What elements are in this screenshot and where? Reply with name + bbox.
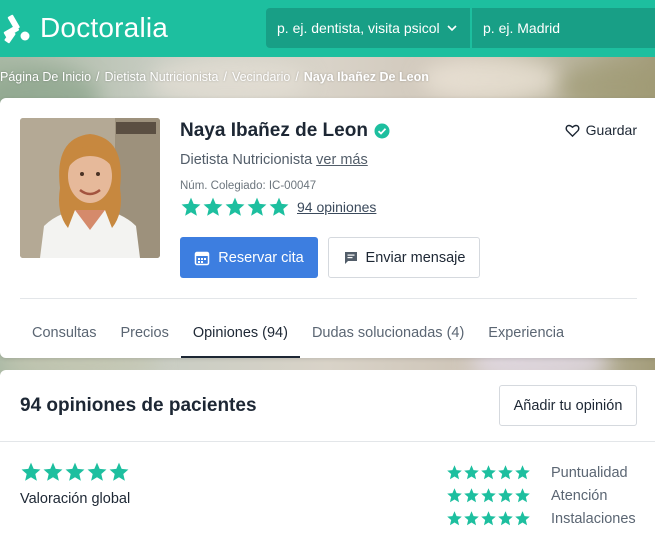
verified-check-icon bbox=[374, 123, 390, 139]
doctor-specialty: Dietista Nutricionista ver más bbox=[180, 152, 368, 168]
reviews-section: 94 opiniones de pacientes Añadir tu opin… bbox=[0, 370, 655, 546]
add-review-button[interactable]: Añadir tu opinión bbox=[499, 385, 637, 426]
reviews-divider bbox=[0, 441, 655, 442]
book-appointment-label: Reservar cita bbox=[218, 249, 304, 266]
reviews-title: 94 opiniones de pacientes bbox=[20, 395, 257, 416]
sub-rating-puntualidad: Puntualidad bbox=[446, 461, 636, 484]
more-link[interactable]: ver más bbox=[316, 152, 368, 168]
star-icon bbox=[21, 462, 41, 481]
doctoralia-logo-icon bbox=[3, 14, 30, 44]
message-icon bbox=[344, 251, 357, 264]
doctor-photo bbox=[20, 118, 160, 258]
location-search-input[interactable]: p. ej. Madrid bbox=[472, 8, 655, 48]
chevron-down-icon bbox=[447, 25, 457, 32]
star-icon bbox=[498, 465, 513, 480]
star-icon bbox=[515, 465, 530, 480]
sub-rating-stars bbox=[446, 487, 531, 504]
star-icon bbox=[481, 488, 496, 503]
sub-rating-stars bbox=[446, 464, 531, 481]
sub-rating-atencion: Atención bbox=[446, 484, 636, 507]
global-rating-stars bbox=[20, 461, 130, 483]
specialty-text: Dietista Nutricionista bbox=[180, 152, 313, 168]
send-message-label: Enviar mensaje bbox=[365, 249, 466, 266]
star-icon bbox=[481, 511, 496, 526]
star-icon bbox=[464, 511, 479, 526]
book-appointment-button[interactable]: Reservar cita bbox=[180, 237, 318, 278]
doctor-name: Naya Ibañez de Leon bbox=[180, 120, 390, 142]
card-divider bbox=[20, 298, 637, 299]
sub-rating-label: Puntualidad bbox=[551, 464, 628, 481]
star-icon bbox=[181, 197, 201, 216]
breadcrumb-item-specialty[interactable]: Dietista Nutricionista bbox=[105, 70, 219, 84]
calendar-icon bbox=[195, 251, 210, 265]
location-search-placeholder: p. ej. Madrid bbox=[483, 20, 561, 36]
brand-name: Doctoralia bbox=[40, 12, 169, 43]
star-icon bbox=[247, 197, 267, 216]
star-icon bbox=[515, 511, 530, 526]
rating-summary: 94 opiniones bbox=[180, 196, 376, 218]
heart-icon bbox=[565, 124, 580, 137]
global-rating-label: Valoración global bbox=[20, 491, 131, 507]
sub-rating-stars bbox=[446, 510, 531, 527]
sub-rating-instalaciones: Instalaciones bbox=[446, 507, 636, 530]
top-bar: Doctoralia p. ej. dentista, visita psico… bbox=[0, 0, 655, 57]
star-icon bbox=[498, 511, 513, 526]
star-icon bbox=[43, 462, 63, 481]
breadcrumb-item-neighborhood[interactable]: Vecindario bbox=[232, 70, 290, 84]
star-icon bbox=[109, 462, 129, 481]
tab-precios[interactable]: Precios bbox=[108, 308, 180, 358]
tab-experiencia[interactable]: Experiencia bbox=[476, 308, 576, 358]
license-number: Núm. Colegiado: IC-00047 bbox=[180, 180, 317, 192]
star-icon bbox=[447, 465, 462, 480]
breadcrumb-current: Naya Ibañez De Leon bbox=[303, 70, 429, 84]
star-icon bbox=[87, 462, 107, 481]
specialty-search-input[interactable]: p. ej. dentista, visita psicol bbox=[266, 8, 470, 48]
profile-card: Naya Ibañez de Leon Guardar Dietista Nut… bbox=[0, 98, 655, 358]
specialty-search-placeholder: p. ej. dentista, visita psicol bbox=[277, 20, 440, 36]
star-icon bbox=[481, 465, 496, 480]
star-icon bbox=[515, 488, 530, 503]
tab-dudas[interactable]: Dudas solucionadas (4) bbox=[300, 308, 476, 358]
star-icon bbox=[225, 197, 245, 216]
star-icon bbox=[65, 462, 85, 481]
star-icon bbox=[203, 197, 223, 216]
star-icon bbox=[447, 511, 462, 526]
breadcrumb-item-home[interactable]: Página De Inicio bbox=[0, 70, 91, 84]
star-icon bbox=[498, 488, 513, 503]
sub-rating-label: Instalaciones bbox=[551, 510, 636, 527]
star-icon bbox=[464, 488, 479, 503]
sub-ratings: Puntualidad Atención Instalaciones bbox=[446, 461, 636, 530]
save-button[interactable]: Guardar bbox=[565, 122, 637, 138]
profile-stars bbox=[180, 196, 290, 218]
breadcrumb: Página De Inicio / Dietista Nutricionista /… bbox=[0, 70, 429, 84]
sub-rating-label: Atención bbox=[551, 487, 608, 504]
doctoralia-logo[interactable]: Doctoralia bbox=[0, 11, 168, 45]
tab-consultas[interactable]: Consultas bbox=[20, 308, 108, 358]
star-icon bbox=[447, 488, 462, 503]
doctor-name-text: Naya Ibañez de Leon bbox=[180, 120, 368, 141]
tab-opiniones[interactable]: Opiniones (94) bbox=[180, 308, 301, 358]
star-icon bbox=[269, 197, 289, 216]
save-label: Guardar bbox=[585, 122, 637, 138]
star-icon bbox=[464, 465, 479, 480]
reviews-count-link[interactable]: 94 opiniones bbox=[297, 199, 376, 215]
profile-tabs: Consultas Precios Opiniones (94) Dudas s… bbox=[20, 308, 576, 358]
send-message-button[interactable]: Enviar mensaje bbox=[328, 237, 480, 278]
